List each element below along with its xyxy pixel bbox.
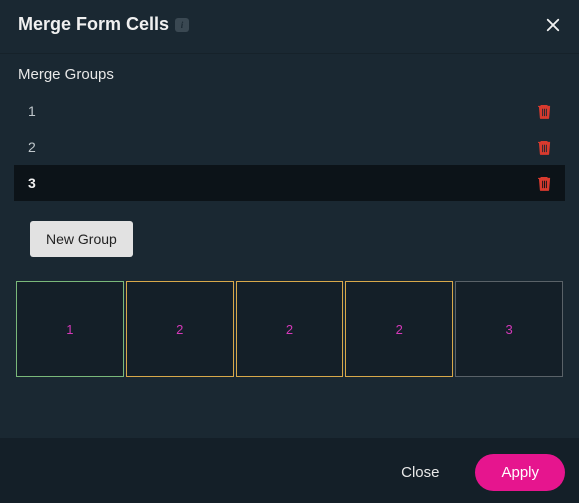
form-cell[interactable]: 3 (455, 281, 563, 377)
form-cell[interactable]: 1 (16, 281, 124, 377)
new-group-button[interactable]: New Group (30, 221, 133, 257)
dialog-footer: Close Apply (0, 438, 579, 503)
group-label: 1 (28, 103, 36, 119)
trash-icon[interactable] (537, 103, 551, 119)
header-title-group: Merge Form Cells i (18, 14, 189, 35)
cell-label: 1 (66, 322, 73, 337)
dialog-title: Merge Form Cells (18, 14, 169, 35)
info-icon[interactable]: i (175, 18, 189, 32)
dialog-content: Merge Groups 1 2 3 New Group 1 2 2 2 3 (0, 54, 579, 438)
apply-button[interactable]: Apply (475, 454, 565, 491)
form-cell[interactable]: 2 (126, 281, 234, 377)
cell-label: 3 (505, 322, 512, 337)
trash-icon[interactable] (537, 175, 551, 191)
cell-label: 2 (176, 322, 183, 337)
cell-label: 2 (286, 322, 293, 337)
form-cells-row: 1 2 2 2 3 (14, 281, 565, 377)
form-cell[interactable]: 2 (236, 281, 344, 377)
group-label: 3 (28, 175, 36, 191)
merge-group-row[interactable]: 3 (14, 165, 565, 201)
merge-group-list: 1 2 3 (14, 93, 565, 201)
form-cell[interactable]: 2 (345, 281, 453, 377)
group-label: 2 (28, 139, 36, 155)
merge-group-row[interactable]: 2 (14, 129, 565, 165)
merge-form-cells-dialog: Merge Form Cells i Merge Groups 1 2 3 New … (0, 0, 579, 503)
close-button[interactable]: Close (383, 454, 457, 491)
merge-group-row[interactable]: 1 (14, 93, 565, 129)
cell-label: 2 (396, 322, 403, 337)
dialog-header: Merge Form Cells i (0, 0, 579, 54)
close-icon[interactable] (543, 15, 563, 35)
trash-icon[interactable] (537, 139, 551, 155)
merge-groups-title: Merge Groups (14, 66, 565, 83)
